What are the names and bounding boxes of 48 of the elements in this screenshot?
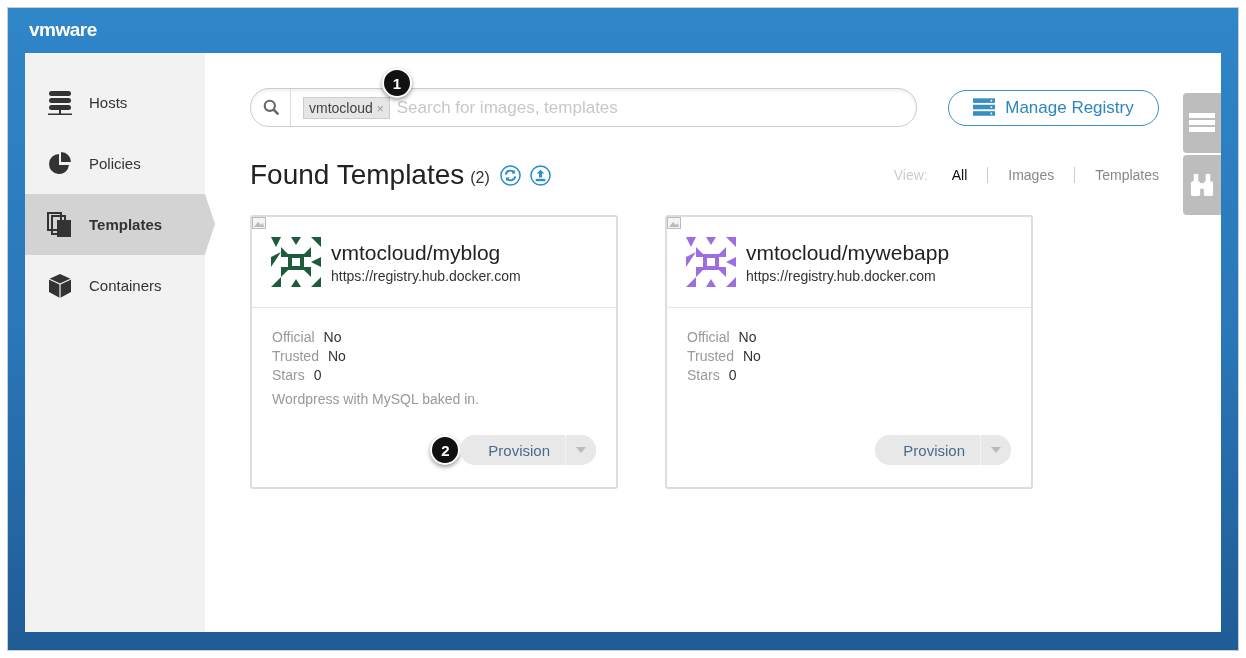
field-value: No [738,329,757,345]
upload-icon[interactable] [529,164,551,186]
field-label: Stars [687,367,720,383]
manage-registry-button[interactable]: Manage Registry [948,89,1159,126]
search-icon [263,99,280,116]
template-name: vmtocloud/myblog [331,240,502,265]
field-value: No [327,348,346,364]
view-filter-tab[interactable]: All [951,167,968,183]
package-icon [47,272,73,299]
field-label: Official [272,329,315,345]
rail-tab[interactable] [1183,155,1221,215]
registry-url: https://registry.hub.docker.com [331,267,521,284]
field-value: No [742,348,761,364]
provision-button[interactable]: Provision [460,435,566,465]
field-label: Stars [272,367,305,383]
registry-url: https://registry.hub.docker.com [746,267,937,284]
search-tag: vmtocloud × [303,96,390,119]
page-title: Found Templates [250,159,465,191]
field-label: Trusted [687,348,734,364]
field-value: 0 [728,367,737,383]
field-label: Trusted [272,348,319,364]
template-description: Wordpress with MySQL baked in. [272,391,480,407]
callout-badge: 1 [382,68,412,98]
server-stack-icon [973,98,996,117]
field-label: Official [687,329,730,345]
image-icon [667,217,681,229]
caret-icon [991,447,1001,453]
server-stack-icon [47,89,73,116]
sidebar-item[interactable]: Policies [25,133,205,194]
field-value: No [323,329,342,345]
sidebar-item[interactable]: Containers [25,255,205,316]
field-value: 0 [313,367,322,383]
pie-chart-icon [47,150,73,177]
caret-icon [576,447,586,453]
binoculars-icon [1189,173,1215,197]
provision-button[interactable]: Provision [875,435,981,465]
callout-badge: 2 [430,435,461,465]
view-filter-tab[interactable]: Images [1008,167,1055,183]
result-count: (2) [470,169,490,187]
sidebar-item[interactable]: Hosts [25,72,205,133]
image-icon [252,217,266,229]
server-stack-icon [1189,111,1215,135]
copies-icon [47,211,73,238]
refresh-icon[interactable] [499,164,521,186]
template-name: vmtocloud/mywebapp [746,240,950,265]
view-filter-tab[interactable]: Templates [1095,167,1159,183]
rail-tab[interactable] [1183,93,1221,153]
vmware-logo: vmware [29,19,97,41]
